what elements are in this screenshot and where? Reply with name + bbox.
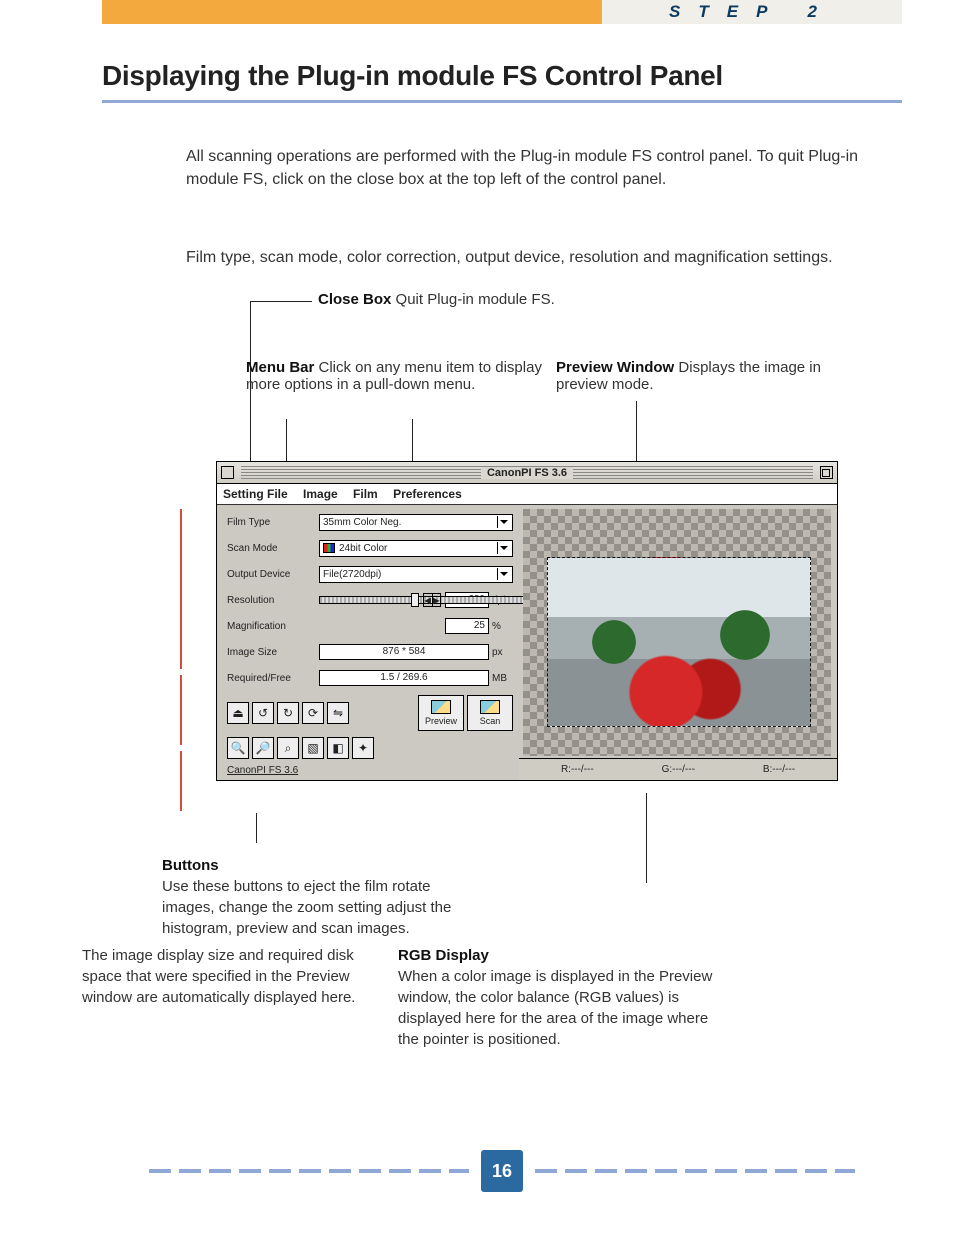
magnification-value[interactable]: 25 xyxy=(445,618,489,634)
zoom-box[interactable] xyxy=(820,466,833,479)
diagram: Close Box Quit Plug-in module FS. Menu B… xyxy=(186,291,902,841)
histogram-button[interactable]: ▧ xyxy=(302,737,324,759)
step-label: STEP 2 xyxy=(602,0,902,24)
titlebar: CanonPI FS 3.6 xyxy=(217,462,837,484)
scan-mode-value: 24bit Color xyxy=(339,543,387,554)
required-free-unit: MB xyxy=(489,673,513,684)
resolution-slider[interactable]: ◀▶ xyxy=(319,594,441,606)
footer-rule-right xyxy=(535,1169,855,1173)
preview-button-label: Preview xyxy=(425,716,457,726)
menu-bar: Setting File Image Film Preferences xyxy=(217,484,837,505)
image-size-unit: px xyxy=(489,647,513,658)
preview-image xyxy=(547,557,811,727)
callout-size-note: The image display size and required disk… xyxy=(82,945,362,1050)
required-free-label: Required/Free xyxy=(227,673,319,684)
film-type-value: 35mm Color Neg. xyxy=(323,517,401,528)
zoom-reset-button[interactable]: ⌕ xyxy=(277,737,299,759)
rotate-cw-button[interactable]: ↻ xyxy=(277,702,299,724)
rgb-r: R:---/--- xyxy=(561,764,594,775)
callout-close-text: Quit Plug-in module FS. xyxy=(396,291,555,308)
preview-icon xyxy=(431,700,451,714)
window-title: CanonPI FS 3.6 xyxy=(481,467,573,479)
preview-pane: R:---/--- G:---/--- B:---/--- xyxy=(519,505,837,780)
callout-menu-title: Menu Bar xyxy=(246,359,314,376)
film-type-label: Film Type xyxy=(227,517,319,528)
rgb-g: G:---/--- xyxy=(662,764,695,775)
header-accent xyxy=(102,0,602,24)
footer-rule-left xyxy=(149,1169,469,1173)
callout-rgb-display: RGB Display When a color image is displa… xyxy=(398,945,728,1050)
chevron-down-icon xyxy=(497,568,509,580)
resolution-stepper[interactable]: ◀▶ xyxy=(423,593,441,607)
scan-icon xyxy=(480,700,500,714)
callout-rgb-text: When a color image is displayed in the P… xyxy=(398,968,712,1048)
rotate-ccw-button[interactable]: ↺ xyxy=(252,702,274,724)
callout-buttons: Buttons Use these buttons to eject the f… xyxy=(162,855,462,939)
chevron-down-icon xyxy=(497,542,509,554)
chevron-down-icon xyxy=(497,516,509,528)
preview-canvas[interactable] xyxy=(523,509,831,756)
eject-button[interactable]: ⏏ xyxy=(227,702,249,724)
settings-pane: Film Type 35mm Color Neg. Scan Mode 24bi… xyxy=(217,505,519,780)
magnification-label: Magnification xyxy=(227,621,319,632)
callout-menu-bar: Menu Bar Click on any menu item to displ… xyxy=(246,359,556,393)
callout-preview-window: Preview Window Displays the image in pre… xyxy=(556,359,836,393)
menu-setting-file[interactable]: Setting File xyxy=(223,487,288,501)
image-size-value: 876 * 584 xyxy=(319,644,489,660)
close-box[interactable] xyxy=(221,466,234,479)
output-device-label: Output Device xyxy=(227,569,319,580)
page-title: Displaying the Plug-in module FS Control… xyxy=(102,60,902,92)
image-size-label: Image Size xyxy=(227,647,319,658)
preview-button[interactable]: Preview xyxy=(418,695,464,731)
zoom-in-button[interactable]: 🔍 xyxy=(227,737,249,759)
rgb-readout: R:---/--- G:---/--- B:---/--- xyxy=(519,758,837,780)
flip-button[interactable]: ⇋ xyxy=(327,702,349,724)
scan-button[interactable]: Scan xyxy=(467,695,513,731)
menu-film[interactable]: Film xyxy=(353,487,378,501)
status-line: CanonPI FS 3.6 xyxy=(227,765,513,776)
title-rule xyxy=(102,100,902,103)
intro-text: All scanning operations are performed wi… xyxy=(186,145,902,191)
callout-buttons-text: Use these buttons to eject the film rota… xyxy=(162,878,451,937)
callout-preview-title: Preview Window xyxy=(556,359,674,376)
color-swatch-icon xyxy=(323,543,335,553)
header-bar: STEP 2 xyxy=(102,0,902,24)
callout-close-box: Close Box Quit Plug-in module FS. xyxy=(318,291,568,308)
resolution-label: Resolution xyxy=(227,595,319,606)
rgb-b: B:---/--- xyxy=(763,764,795,775)
page-number: 16 xyxy=(481,1150,523,1192)
rotate-180-button[interactable]: ⟳ xyxy=(302,702,324,724)
scan-button-label: Scan xyxy=(480,716,501,726)
auto-button[interactable]: ✦ xyxy=(352,737,374,759)
required-free-value: 1.5 / 269.6 xyxy=(319,670,489,686)
magnification-unit: % xyxy=(489,621,513,632)
control-panel-window: CanonPI FS 3.6 Setting File Image Film P… xyxy=(216,461,838,781)
scan-mode-label: Scan Mode xyxy=(227,543,319,554)
color-adjust-button[interactable]: ◧ xyxy=(327,737,349,759)
callout-close-title: Close Box xyxy=(318,291,391,308)
settings-caption: Film type, scan mode, color correction, … xyxy=(186,249,902,267)
menu-image[interactable]: Image xyxy=(303,487,338,501)
callout-buttons-title: Buttons xyxy=(162,855,462,876)
scan-mode-select[interactable]: 24bit Color xyxy=(319,540,513,557)
zoom-out-button[interactable]: 🔎 xyxy=(252,737,274,759)
menu-preferences[interactable]: Preferences xyxy=(393,487,462,501)
output-device-value: File(2720dpi) xyxy=(323,569,381,580)
film-type-select[interactable]: 35mm Color Neg. xyxy=(319,514,513,531)
output-device-select[interactable]: File(2720dpi) xyxy=(319,566,513,583)
callout-rgb-title: RGB Display xyxy=(398,945,728,966)
page-footer: 16 xyxy=(102,1150,902,1192)
